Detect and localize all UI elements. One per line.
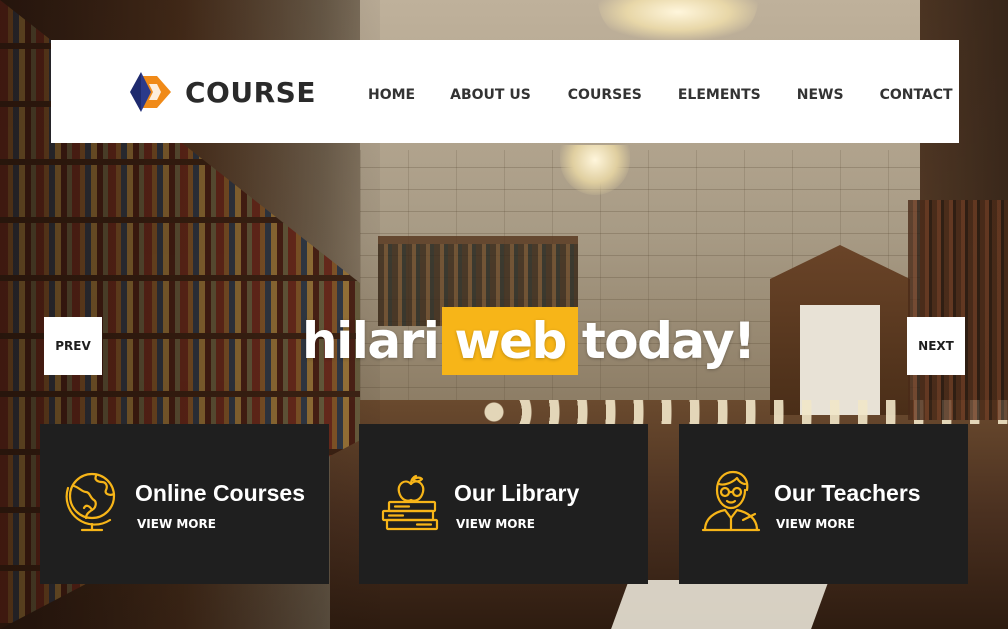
feature-card-online-courses: Online Courses VIEW MORE — [40, 424, 329, 584]
nav-item-home[interactable]: HOME — [368, 87, 415, 103]
view-more-link[interactable]: VIEW MORE — [456, 517, 535, 531]
teacher-icon — [701, 470, 761, 532]
card-title: Our Library — [454, 480, 580, 506]
view-more-link[interactable]: VIEW MORE — [137, 517, 216, 531]
view-more-link[interactable]: VIEW MORE — [776, 517, 855, 531]
main-nav: HOME ABOUT US COURSES ELEMENTS NEWS CONT… — [368, 87, 953, 103]
logo-mark-icon — [130, 72, 171, 112]
nav-item-contact[interactable]: CONTACT — [880, 87, 953, 103]
library-doorway — [770, 245, 910, 415]
feature-card-our-teachers: Our Teachers VIEW MORE — [679, 424, 968, 584]
site-logo[interactable]: COURSE — [127, 70, 316, 114]
headline-part-after: today! — [581, 312, 756, 370]
headline-highlight: web — [442, 307, 578, 375]
site-header: COURSE HOME ABOUT US COURSES ELEMENTS NE… — [51, 40, 959, 143]
card-title: Online Courses — [135, 480, 305, 506]
headline-part-before: hilari — [302, 312, 440, 370]
nav-item-courses[interactable]: COURSES — [568, 87, 642, 103]
slider-prev-button[interactable]: PREV — [44, 317, 102, 375]
nav-item-about-us[interactable]: ABOUT US — [450, 87, 531, 103]
card-title: Our Teachers — [774, 480, 921, 506]
books-apple-icon — [381, 474, 439, 531]
slider-next-button[interactable]: NEXT — [907, 317, 965, 375]
globe-icon — [65, 472, 116, 532]
chandelier — [598, 0, 758, 40]
nav-item-news[interactable]: NEWS — [797, 87, 844, 103]
library-right-shelves — [908, 200, 1008, 420]
open-book — [611, 580, 829, 629]
logo-text: COURSE — [185, 75, 316, 109]
hero-headline: hilari web today! — [302, 306, 756, 376]
nav-item-elements[interactable]: ELEMENTS — [678, 87, 761, 103]
feature-card-our-library: Our Library VIEW MORE — [359, 424, 648, 584]
